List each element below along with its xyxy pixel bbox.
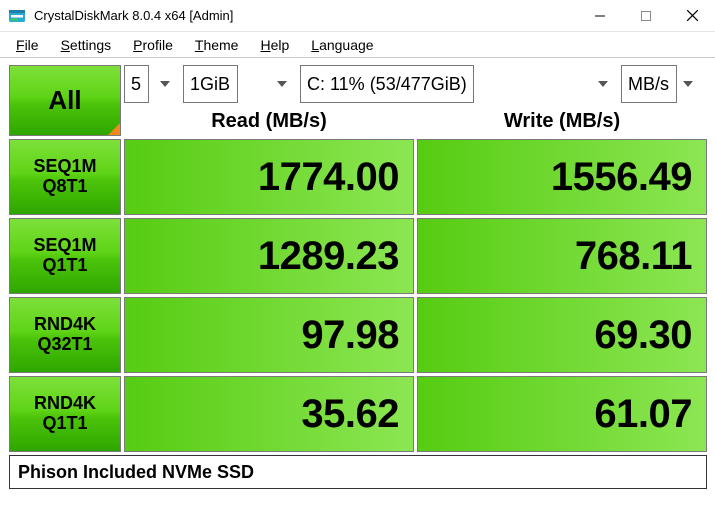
- size-select-wrap: 1GiB: [183, 65, 297, 103]
- test-label-line1: RND4K: [34, 315, 96, 335]
- test-label-line2: Q1T1: [42, 256, 87, 276]
- drive-select[interactable]: C: 11% (53/477GiB): [300, 65, 474, 103]
- runs-select[interactable]: 5: [124, 65, 149, 103]
- test-button-seq1m-q8t1[interactable]: SEQ1M Q8T1: [9, 139, 121, 215]
- benchmark-grid: All 5 1GiB C: 11% (53/477GiB): [9, 65, 706, 489]
- write-value-rnd4k-q1t1: 61.07: [417, 376, 707, 452]
- drive-select-wrap: C: 11% (53/477GiB): [300, 65, 618, 103]
- titlebar: CrystalDiskMark 8.0.4 x64 [Admin]: [0, 0, 715, 32]
- menu-file[interactable]: File: [6, 35, 49, 55]
- write-value-seq1m-q8t1: 1556.49: [417, 139, 707, 215]
- close-button[interactable]: [669, 0, 715, 32]
- drive-name-footer: Phison Included NVMe SSD: [9, 455, 707, 489]
- run-all-label: All: [48, 85, 81, 116]
- menu-theme[interactable]: Theme: [185, 35, 249, 55]
- size-select[interactable]: 1GiB: [183, 65, 238, 103]
- runs-select-wrap: 5: [124, 65, 180, 103]
- read-value-rnd4k-q1t1: 35.62: [124, 376, 414, 452]
- write-value-seq1m-q1t1: 768.11: [417, 218, 707, 294]
- read-value-seq1m-q8t1: 1774.00: [124, 139, 414, 215]
- test-label-line2: Q32T1: [37, 335, 92, 355]
- read-value-rnd4k-q32t1: 97.98: [124, 297, 414, 373]
- test-label-line1: SEQ1M: [33, 157, 96, 177]
- test-label-line2: Q1T1: [42, 414, 87, 434]
- test-label-line2: Q8T1: [42, 177, 87, 197]
- maximize-button[interactable]: [623, 0, 669, 32]
- unit-select-wrap: MB/s: [621, 65, 703, 103]
- test-button-rnd4k-q1t1[interactable]: RND4K Q1T1: [9, 376, 121, 452]
- window-title: CrystalDiskMark 8.0.4 x64 [Admin]: [34, 8, 233, 23]
- corner-indicator-icon: [108, 123, 120, 135]
- menubar: File Settings Profile Theme Help Languag…: [0, 32, 715, 58]
- menu-settings[interactable]: Settings: [51, 35, 122, 55]
- test-label-line1: SEQ1M: [33, 236, 96, 256]
- window-controls: [577, 0, 715, 32]
- minimize-button[interactable]: [577, 0, 623, 32]
- write-value-rnd4k-q32t1: 69.30: [417, 297, 707, 373]
- run-all-button[interactable]: All: [9, 65, 121, 136]
- test-button-seq1m-q1t1[interactable]: SEQ1M Q1T1: [9, 218, 121, 294]
- menu-profile[interactable]: Profile: [123, 35, 183, 55]
- header-write: Write (MB/s): [417, 106, 707, 136]
- app-icon: [8, 7, 26, 25]
- read-value-seq1m-q1t1: 1289.23: [124, 218, 414, 294]
- main-area: All 5 1GiB C: 11% (53/477GiB): [0, 58, 715, 496]
- menu-language[interactable]: Language: [301, 35, 383, 55]
- settings-row: 5 1GiB C: 11% (53/477GiB) MB/s: [124, 65, 707, 103]
- test-button-rnd4k-q32t1[interactable]: RND4K Q32T1: [9, 297, 121, 373]
- menu-help[interactable]: Help: [250, 35, 299, 55]
- unit-select[interactable]: MB/s: [621, 65, 677, 103]
- header-read: Read (MB/s): [124, 106, 414, 136]
- test-label-line1: RND4K: [34, 394, 96, 414]
